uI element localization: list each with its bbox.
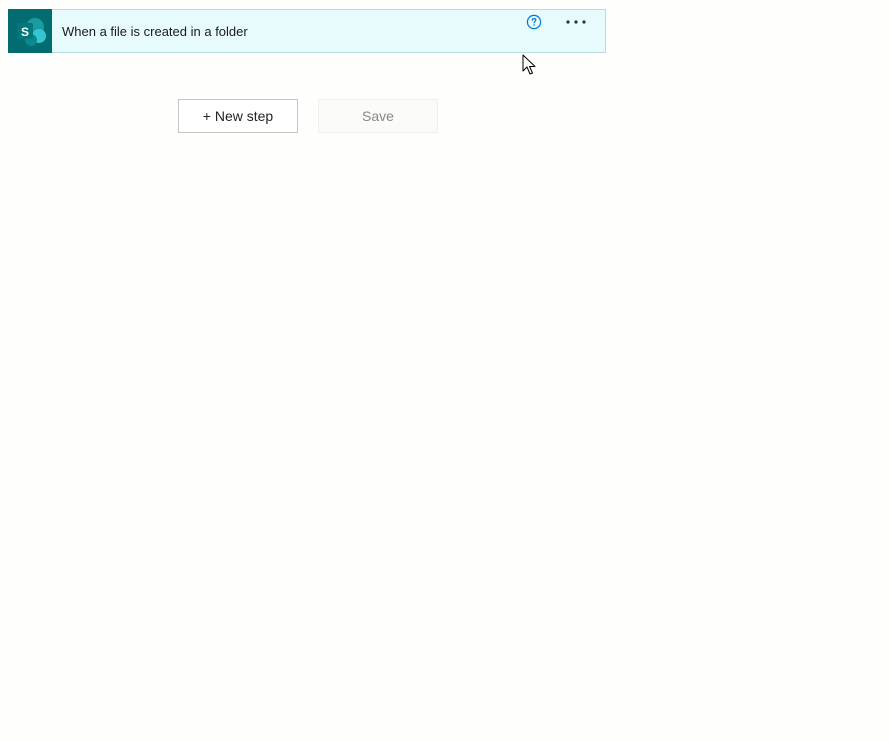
trigger-card[interactable]: S When a file is created in a folder (8, 8, 606, 53)
sharepoint-icon: S (8, 8, 52, 53)
new-step-button[interactable]: + New step (178, 99, 298, 133)
save-button[interactable]: Save (318, 99, 438, 133)
more-options-icon[interactable] (562, 12, 590, 32)
mouse-cursor-icon (522, 54, 536, 75)
trigger-title[interactable]: When a file is created in a folder (62, 24, 605, 39)
connector-letter: S (21, 25, 29, 39)
help-icon[interactable] (526, 14, 542, 30)
flow-designer-canvas: S When a file is created in a folder + N… (0, 0, 890, 742)
